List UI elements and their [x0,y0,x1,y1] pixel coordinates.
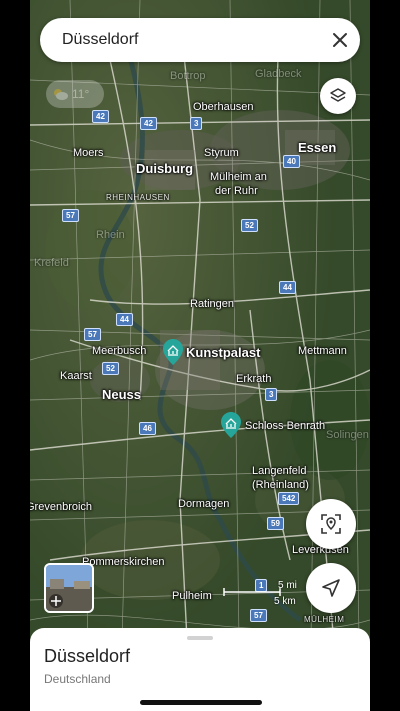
place-label-dormagen[interactable]: Dormagen [178,498,229,510]
highway-shield: 40 [283,155,300,168]
highway-shield: 3 [190,117,203,130]
place-label-styrum[interactable]: Styrum [204,147,239,159]
highway-shield: 542 [278,492,300,505]
map-layers-button[interactable] [320,78,356,114]
navigation-arrow-icon [322,579,340,597]
highway-shield: 59 [267,517,284,530]
weather-temperature: 11° [72,87,90,101]
place-label-neuss[interactable]: Neuss [102,388,141,401]
highway-shield: 42 [140,117,157,130]
place-label-solingen: Solingen [326,429,369,441]
place-label-pulheim[interactable]: Pulheim [172,590,212,602]
place-label-erkrath[interactable]: Erkrath [236,373,271,385]
location-scan-button[interactable] [306,499,356,549]
place-bottom-sheet[interactable]: Düsseldorf Deutschland [30,628,370,711]
search-input[interactable]: Düsseldorf [40,31,320,49]
highway-shield: 52 [102,362,119,375]
location-scan-icon [321,514,341,534]
place-label-oberhausen[interactable]: Oberhausen [193,101,254,113]
street-view-image [46,565,92,611]
right-letterbox [370,0,400,711]
place-label-langenfeld-line2[interactable]: (Rheinland) [252,479,309,491]
highway-shield: 42 [92,110,109,123]
highway-shield: 44 [116,313,133,326]
place-label-gladbeck: Gladbeck [255,68,302,80]
place-label-muelheim-line1[interactable]: Mülheim an [210,171,267,183]
left-letterbox [0,0,30,711]
place-subtitle: Deutschland [44,672,111,686]
place-label-grevenbroich[interactable]: Grevenbroich [30,501,92,513]
search-bar[interactable]: Düsseldorf [40,18,360,62]
place-label-duisburg[interactable]: Duisburg [136,162,193,175]
home-indicator[interactable] [140,700,262,705]
place-label-kaarst[interactable]: Kaarst [60,370,92,382]
place-label-rheinhausen: RHEINHAUSEN [106,193,170,202]
place-title: Düsseldorf [44,646,131,666]
place-label-muelheim-small: MÜLHEIM [304,615,345,624]
highway-shield: 44 [279,281,296,294]
scale-miles: 5 mi [278,580,297,591]
place-label-krefeld: Krefeld [34,257,69,269]
sheet-grabber[interactable] [187,636,213,640]
poi-label-kunstpalast[interactable]: Kunstpalast [186,346,260,359]
place-label-muelheim-line2[interactable]: der Ruhr [215,185,258,197]
current-location-button[interactable] [306,563,356,613]
poi-label-schloss-benrath[interactable]: Schloss Benrath [245,420,325,432]
place-label-ratingen[interactable]: Ratingen [190,298,234,310]
look-around-thumbnail[interactable] [44,563,94,613]
highway-shield: 52 [241,219,258,232]
highway-shield: 46 [139,422,156,435]
place-label-langenfeld-line1[interactable]: Langenfeld [252,465,306,477]
close-icon[interactable] [320,18,360,62]
highway-shield: 57 [84,328,101,341]
place-label-mettmann[interactable]: Mettmann [298,345,347,357]
highway-shield: 3 [265,388,278,401]
highway-shield: 57 [250,609,267,622]
place-label-moers[interactable]: Moers [73,147,104,159]
weather-cloud-icon [54,89,68,100]
layers-icon [330,88,346,102]
scale-km: 5 km [274,596,296,607]
place-label-pommerskirchen[interactable]: Pommerskirchen [82,556,165,568]
place-label-meerbusch[interactable]: Meerbusch [92,345,146,357]
place-label-bottrop: Bottrop [170,70,206,82]
map-scale: 5 mi 5 km [222,580,302,610]
river-label-rhein: Rhein [96,229,125,241]
weather-chip[interactable]: 11° [46,80,104,108]
highway-shield: 57 [62,209,79,222]
place-label-essen[interactable]: Essen [298,141,336,154]
